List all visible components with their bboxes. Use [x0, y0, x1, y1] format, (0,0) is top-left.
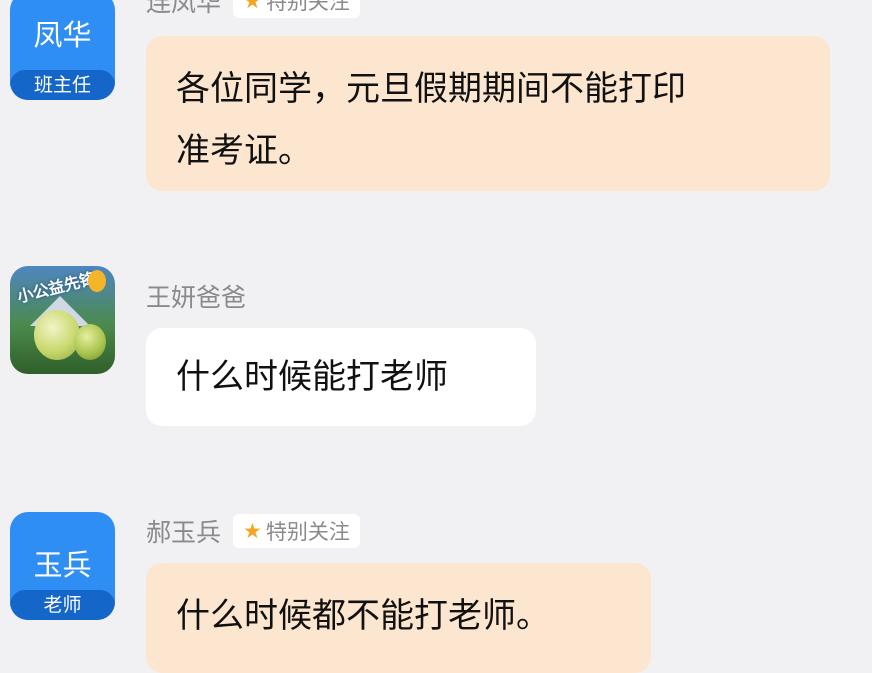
- special-follow-tag: ★ 特别关注: [233, 514, 360, 548]
- medal-icon: [88, 270, 106, 292]
- avatar-role-badge: 班主任: [10, 70, 115, 100]
- avatar[interactable]: 玉兵 老师: [10, 512, 115, 620]
- avatar-role-badge: 老师: [10, 590, 115, 620]
- avatar-name: 玉兵: [33, 548, 92, 582]
- sender-row: 王妍爸爸: [146, 278, 246, 314]
- sender-row: 郝玉兵 ★ 特别关注: [146, 513, 360, 549]
- special-follow-tag: ★ 特别关注: [233, 0, 360, 18]
- tag-label: 特别关注: [265, 0, 350, 14]
- sender-row: 连凤华 ★ 特别关注: [146, 0, 360, 19]
- message-line-1: 各位同学，元旦假期期间不能打印: [176, 69, 686, 109]
- message-bubble[interactable]: 什么时候都不能打老师。: [146, 563, 651, 673]
- message-text: 什么时候都不能打老师。: [176, 596, 550, 636]
- sender-name[interactable]: 郝玉兵: [146, 513, 221, 549]
- message-line-2: 准考证。: [176, 131, 312, 171]
- avatar[interactable]: 凤华 班主任: [10, 0, 115, 100]
- star-icon: ★: [243, 519, 262, 543]
- sender-name[interactable]: 连凤华: [146, 0, 221, 19]
- fruit-shape-small: [74, 324, 106, 360]
- message-text: 什么时候能打老师: [176, 357, 448, 397]
- message-bubble[interactable]: 什么时候能打老师: [146, 328, 536, 426]
- message-bubble[interactable]: 各位同学，元旦假期期间不能打印 准考证。: [146, 36, 830, 191]
- sender-name[interactable]: 王妍爸爸: [146, 278, 246, 314]
- avatar-name: 凤华: [33, 18, 92, 52]
- avatar[interactable]: 小公益先锋: [10, 266, 115, 374]
- fruit-shape: [34, 310, 80, 360]
- tag-label: 特别关注: [265, 520, 350, 544]
- star-icon: ★: [243, 0, 262, 13]
